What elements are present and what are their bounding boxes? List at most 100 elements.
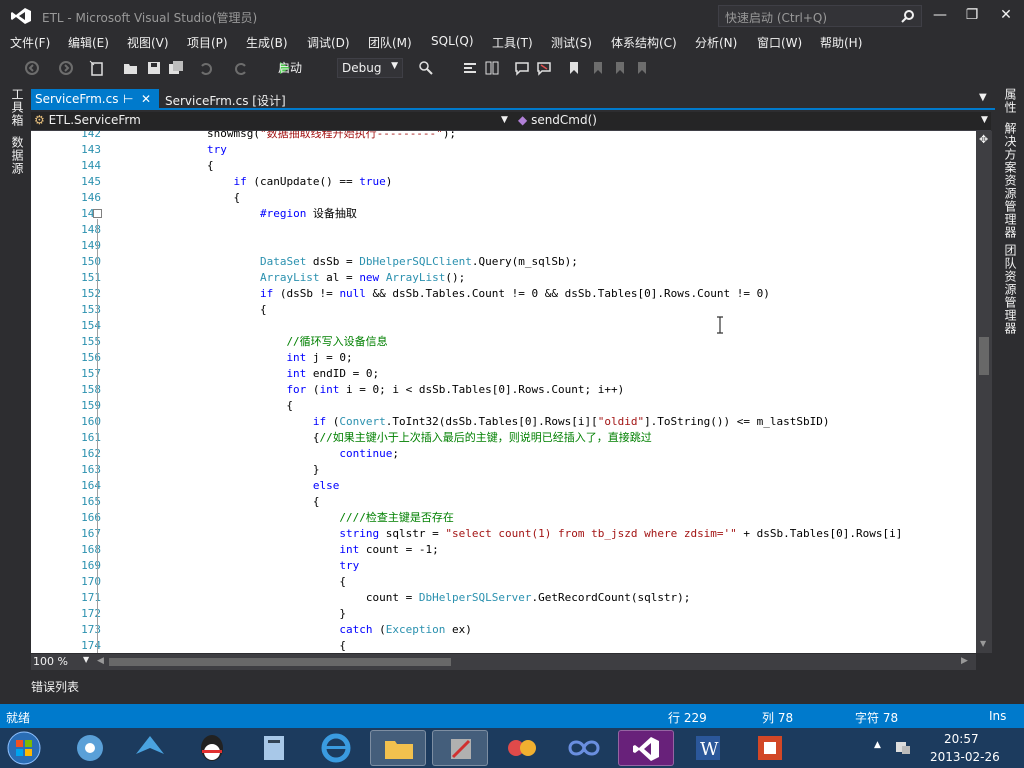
code-line[interactable]: showmsg("数据抽取线程开始执行---------");: [101, 131, 456, 142]
prev-bookmark-icon[interactable]: [590, 60, 606, 76]
minimize-button[interactable]: —: [926, 4, 954, 26]
bookmark-icon[interactable]: [566, 60, 582, 76]
taskbar-colorful-app-icon[interactable]: [494, 730, 550, 766]
data-sources-tab[interactable]: 数据源: [9, 136, 26, 175]
clock-date[interactable]: 2013-02-26: [930, 750, 1000, 764]
solution-explorer-tab[interactable]: 解决方案资源管理器: [1002, 122, 1019, 239]
code-line[interactable]: {: [101, 494, 320, 510]
zoom-select[interactable]: 100 % ▼: [33, 655, 89, 669]
open-file-icon[interactable]: [123, 60, 139, 76]
code-line[interactable]: catch (Exception ex): [101, 622, 471, 638]
vertical-scroll-thumb[interactable]: [979, 337, 989, 375]
code-line[interactable]: {: [101, 574, 346, 590]
taskbar-qq-icon[interactable]: [184, 730, 240, 766]
scroll-down-icon[interactable]: ▼: [980, 639, 986, 648]
code-line[interactable]: {: [101, 190, 240, 206]
navigate-forward-icon[interactable]: [58, 60, 74, 76]
close-tab-icon[interactable]: ✕: [141, 92, 151, 106]
menu-architecture[interactable]: 体系结构(C): [611, 34, 677, 51]
split-icon[interactable]: ✥: [979, 133, 988, 146]
tab-list-dropdown-icon[interactable]: ▼: [979, 92, 987, 103]
pin-icon[interactable]: ⊢: [123, 92, 133, 106]
quick-launch-input[interactable]: 快速启动 (Ctrl+Q): [718, 5, 922, 27]
code-line[interactable]: if (Convert.ToInt32(dsSb.Tables[0].Rows[…: [101, 414, 830, 430]
network-tray-icon[interactable]: [894, 738, 912, 756]
properties-tab[interactable]: 属性: [1002, 88, 1019, 114]
code-line[interactable]: count = DbHelperSQLServer.GetRecordCount…: [101, 590, 691, 606]
code-line[interactable]: DataSet dsSb = DbHelperSQLClient.Query(m…: [101, 254, 578, 270]
taskbar-infinity-app-icon[interactable]: [556, 730, 612, 766]
solution-config-select[interactable]: Debug ▼: [337, 58, 403, 78]
code-line[interactable]: string sqlstr = "select count(1) from tb…: [101, 526, 902, 542]
team-explorer-tab[interactable]: 团队资源管理器: [1002, 244, 1019, 335]
taskbar-media-player-icon[interactable]: [62, 730, 118, 766]
code-line[interactable]: //循环写入设备信息: [101, 334, 387, 350]
next-bookmark-icon[interactable]: [612, 60, 628, 76]
chevron-down-icon[interactable]: ▼: [981, 115, 988, 125]
start-button[interactable]: 启动: [278, 59, 302, 76]
taskbar-server-tool-icon[interactable]: [246, 730, 302, 766]
tab-servicefrm-cs[interactable]: ServiceFrm.cs ⊢ ✕: [31, 89, 159, 110]
code-line[interactable]: {: [101, 638, 346, 653]
taskbar-tools-icon[interactable]: [432, 730, 488, 766]
code-line[interactable]: if (dsSb != null && dsSb.Tables.Count !=…: [101, 286, 770, 302]
search-icon[interactable]: [901, 9, 915, 23]
show-hidden-icons-icon[interactable]: ▲: [874, 740, 881, 750]
menu-debug[interactable]: 调试(D): [307, 34, 350, 51]
code-line[interactable]: else: [101, 478, 340, 494]
uncomment-icon[interactable]: [536, 60, 552, 76]
menu-edit[interactable]: 编辑(E): [68, 34, 109, 51]
code-line[interactable]: }: [101, 462, 320, 478]
taskbar-explorer-icon[interactable]: [370, 730, 426, 766]
menu-tools[interactable]: 工具(T): [492, 34, 533, 51]
type-dropdown[interactable]: ⚙ ETL.ServiceFrm: [34, 113, 141, 127]
code-line[interactable]: try: [101, 142, 227, 158]
restore-button[interactable]: ❐: [958, 4, 986, 26]
code-line[interactable]: ////检查主键是否存在: [101, 510, 454, 526]
code-line[interactable]: for (int i = 0; i < dsSb.Tables[0].Rows.…: [101, 382, 624, 398]
format-icon[interactable]: [484, 60, 500, 76]
code-line[interactable]: #region 设备抽取: [101, 206, 357, 222]
tab-servicefrm-design[interactable]: ServiceFrm.cs [设计]: [161, 89, 321, 110]
scroll-left-icon[interactable]: ◀: [97, 656, 104, 666]
vertical-scrollbar[interactable]: ✥ ▼: [976, 131, 992, 653]
code-line[interactable]: int endID = 0;: [101, 366, 379, 382]
taskbar-bird-app-icon[interactable]: [122, 730, 178, 766]
code-line[interactable]: {: [101, 302, 267, 318]
toolbox-tab[interactable]: 工具箱: [9, 88, 26, 127]
code-line[interactable]: int count = -1;: [101, 542, 438, 558]
taskbar-visual-studio-icon[interactable]: [618, 730, 674, 766]
new-project-icon[interactable]: [89, 60, 105, 76]
scroll-right-icon[interactable]: ▶: [961, 656, 968, 666]
comment-icon[interactable]: [514, 60, 530, 76]
menu-help[interactable]: 帮助(H): [820, 34, 862, 51]
clock-time[interactable]: 20:57: [944, 732, 979, 746]
code-line[interactable]: {//如果主键小于上次插入最后的主键，则说明已经插入了，直接跳过: [101, 430, 652, 446]
menu-view[interactable]: 视图(V): [127, 34, 169, 51]
clear-bookmarks-icon[interactable]: [634, 60, 650, 76]
menu-sql[interactable]: SQL(Q): [431, 34, 474, 48]
code-line[interactable]: {: [101, 398, 293, 414]
menu-test[interactable]: 测试(S): [551, 34, 592, 51]
chevron-down-icon[interactable]: ▼: [501, 115, 508, 125]
code-line[interactable]: continue;: [101, 446, 399, 462]
member-dropdown[interactable]: ◆ sendCmd(): [518, 113, 597, 127]
code-line[interactable]: {: [101, 158, 214, 174]
menu-file[interactable]: 文件(F): [10, 34, 50, 51]
code-line[interactable]: ArrayList al = new ArrayList();: [101, 270, 465, 286]
undo-icon[interactable]: [198, 60, 214, 76]
menu-analyze[interactable]: 分析(N): [695, 34, 737, 51]
find-icon[interactable]: [418, 60, 434, 76]
code-editor[interactable]: 142 143 144 145 146 147 148 149 150 151 152 153 154 1…: [31, 131, 976, 653]
horizontal-scroll-thumb[interactable]: [109, 658, 451, 666]
navigate-back-icon[interactable]: [24, 60, 40, 76]
taskbar-internet-explorer-icon[interactable]: [308, 730, 364, 766]
start-menu-icon[interactable]: [4, 730, 44, 766]
code-line[interactable]: int j = 0;: [101, 350, 352, 366]
menu-project[interactable]: 项目(P): [187, 34, 228, 51]
align-icon[interactable]: [462, 60, 478, 76]
code-line[interactable]: }: [101, 606, 346, 622]
menu-window[interactable]: 窗口(W): [757, 34, 802, 51]
menu-build[interactable]: 生成(B): [246, 34, 288, 51]
menu-team[interactable]: 团队(M): [368, 34, 412, 51]
